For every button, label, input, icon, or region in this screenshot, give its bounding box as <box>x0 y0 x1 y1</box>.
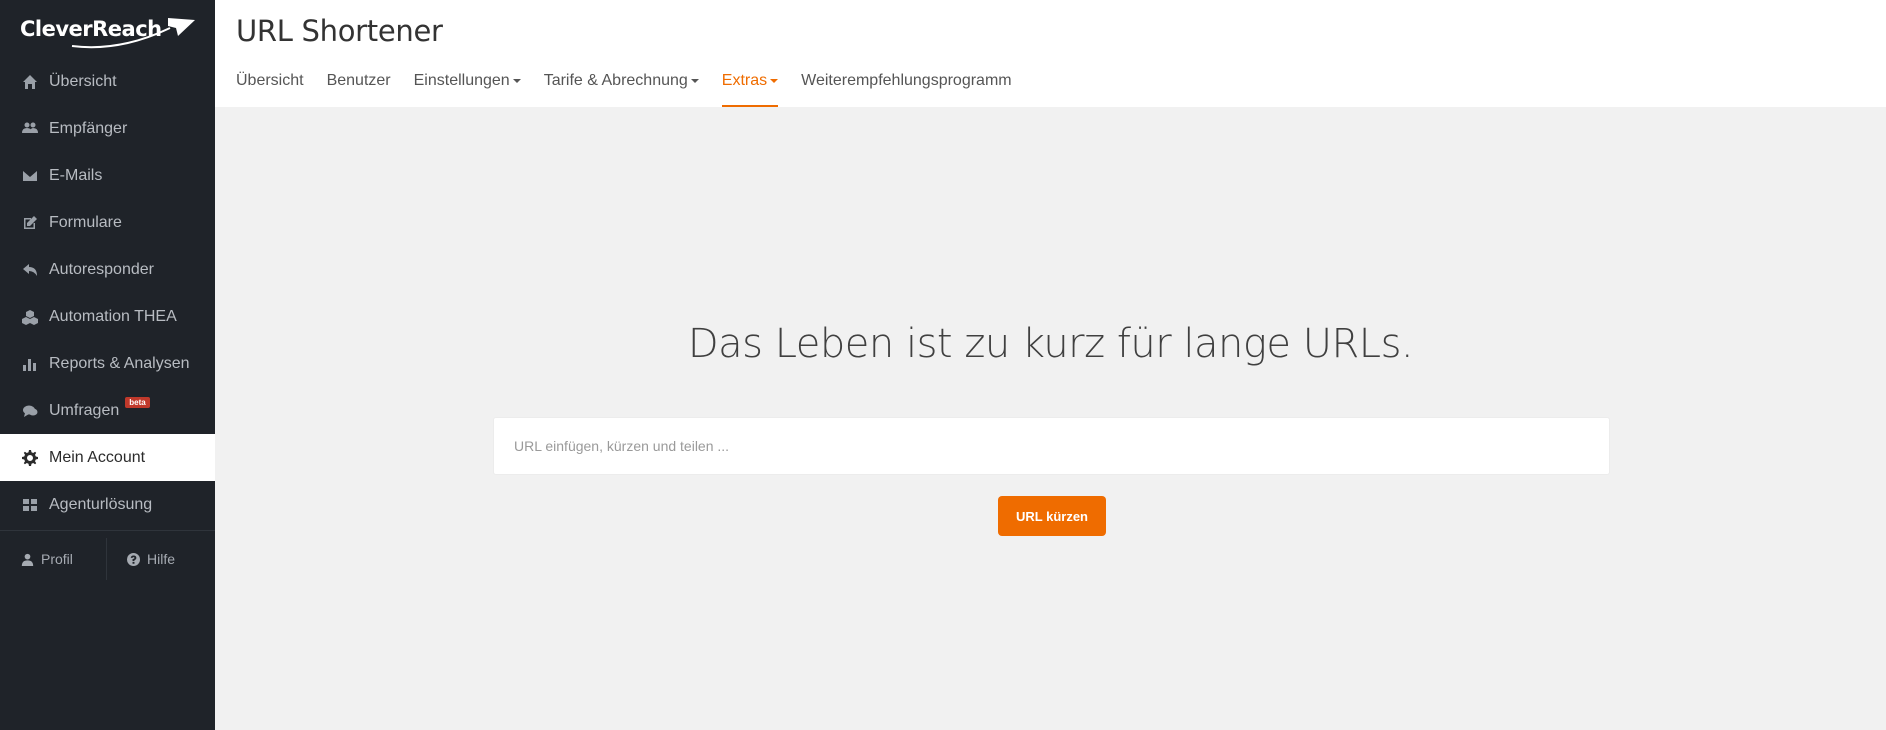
sidebar-item-forms[interactable]: Formulare <box>0 199 215 246</box>
question-circle-icon <box>127 552 140 566</box>
sidebar: CleverReach Übersicht Empfänger E-Mails … <box>0 0 215 730</box>
caret-down-icon <box>690 78 699 83</box>
sidebar-item-emails[interactable]: E-Mails <box>0 152 215 199</box>
beta-badge: beta <box>125 397 150 408</box>
sidebar-item-label: Automation THEA <box>49 307 177 325</box>
sidebar-item-label: Reports & Analysen <box>49 354 190 372</box>
user-icon <box>21 553 34 566</box>
help-link[interactable]: Hilfe <box>107 551 175 567</box>
tab-extras[interactable]: Extras <box>721 72 779 107</box>
comments-icon <box>21 402 39 420</box>
edit-icon <box>21 214 39 232</box>
sidebar-item-recipients[interactable]: Empfänger <box>0 105 215 152</box>
logo-swoosh-icon <box>71 18 195 49</box>
sidebar-item-label: Formulare <box>49 213 122 231</box>
caret-down-icon <box>512 78 521 83</box>
sidebar-item-label: E-Mails <box>49 166 103 184</box>
url-input[interactable] <box>493 417 1610 475</box>
tab-overview[interactable]: Übersicht <box>236 72 304 107</box>
main-content: Das Leben ist zu kurz für lange URLs. UR… <box>215 107 1886 730</box>
sidebar-item-overview[interactable]: Übersicht <box>0 58 215 105</box>
sidebar-item-autoresponder[interactable]: Autoresponder <box>0 246 215 293</box>
tab-settings[interactable]: Einstellungen <box>414 72 521 107</box>
sidebar-item-label: Agenturlösung <box>49 495 153 513</box>
sidebar-item-surveys[interactable]: Umfragen beta <box>0 387 215 434</box>
sidebar-item-automation[interactable]: Automation THEA <box>0 293 215 340</box>
sidebar-item-reports[interactable]: Reports & Analysen <box>0 340 215 387</box>
hero-headline: Das Leben ist zu kurz für lange URLs. <box>687 321 1414 367</box>
tab-label: Benutzer <box>326 72 391 89</box>
sidebar-item-label: Übersicht <box>49 72 117 90</box>
grid-icon <box>21 496 39 514</box>
tab-label: Einstellungen <box>413 72 510 89</box>
tab-label: Tarife & Abrechnung <box>543 72 688 89</box>
sidebar-item-label: Mein Account <box>49 448 146 466</box>
profile-link[interactable]: Profil <box>0 538 107 580</box>
sidebar-item-account[interactable]: Mein Account <box>0 434 215 481</box>
cubes-icon <box>21 308 39 326</box>
home-icon <box>21 73 39 91</box>
sidebar-bottom-links: Profil Hilfe <box>0 531 215 587</box>
reply-icon <box>21 261 39 279</box>
tab-referral-program[interactable]: Weiterempfehlungsprogramm <box>801 72 1011 107</box>
caret-down-icon <box>770 78 779 83</box>
tab-bar: Übersicht Benutzer Einstellungen Tarife … <box>236 72 1035 107</box>
tab-users[interactable]: Benutzer <box>327 72 391 107</box>
tab-label: Weiterempfehlungsprogramm <box>801 72 1012 89</box>
gear-icon <box>21 449 39 467</box>
sidebar-item-agency[interactable]: Agenturlösung <box>0 481 215 528</box>
logo[interactable]: CleverReach <box>0 0 215 58</box>
sidebar-item-label: Empfänger <box>49 119 128 137</box>
envelope-icon <box>21 167 39 185</box>
tab-label: Übersicht <box>236 72 304 89</box>
profile-label: Profil <box>41 551 73 567</box>
tab-label: Extras <box>721 72 768 89</box>
help-label: Hilfe <box>147 551 176 567</box>
page-title: URL Shortener <box>236 14 443 48</box>
shorten-url-button[interactable]: URL kürzen <box>998 496 1106 536</box>
sidebar-item-label: Autoresponder <box>49 260 154 278</box>
header: URL Shortener Übersicht Benutzer Einstel… <box>215 0 1886 107</box>
users-icon <box>21 120 39 138</box>
bar-chart-icon <box>21 355 39 373</box>
sidebar-item-label: Umfragen <box>49 401 120 419</box>
tab-plans-billing[interactable]: Tarife & Abrechnung <box>544 72 699 107</box>
